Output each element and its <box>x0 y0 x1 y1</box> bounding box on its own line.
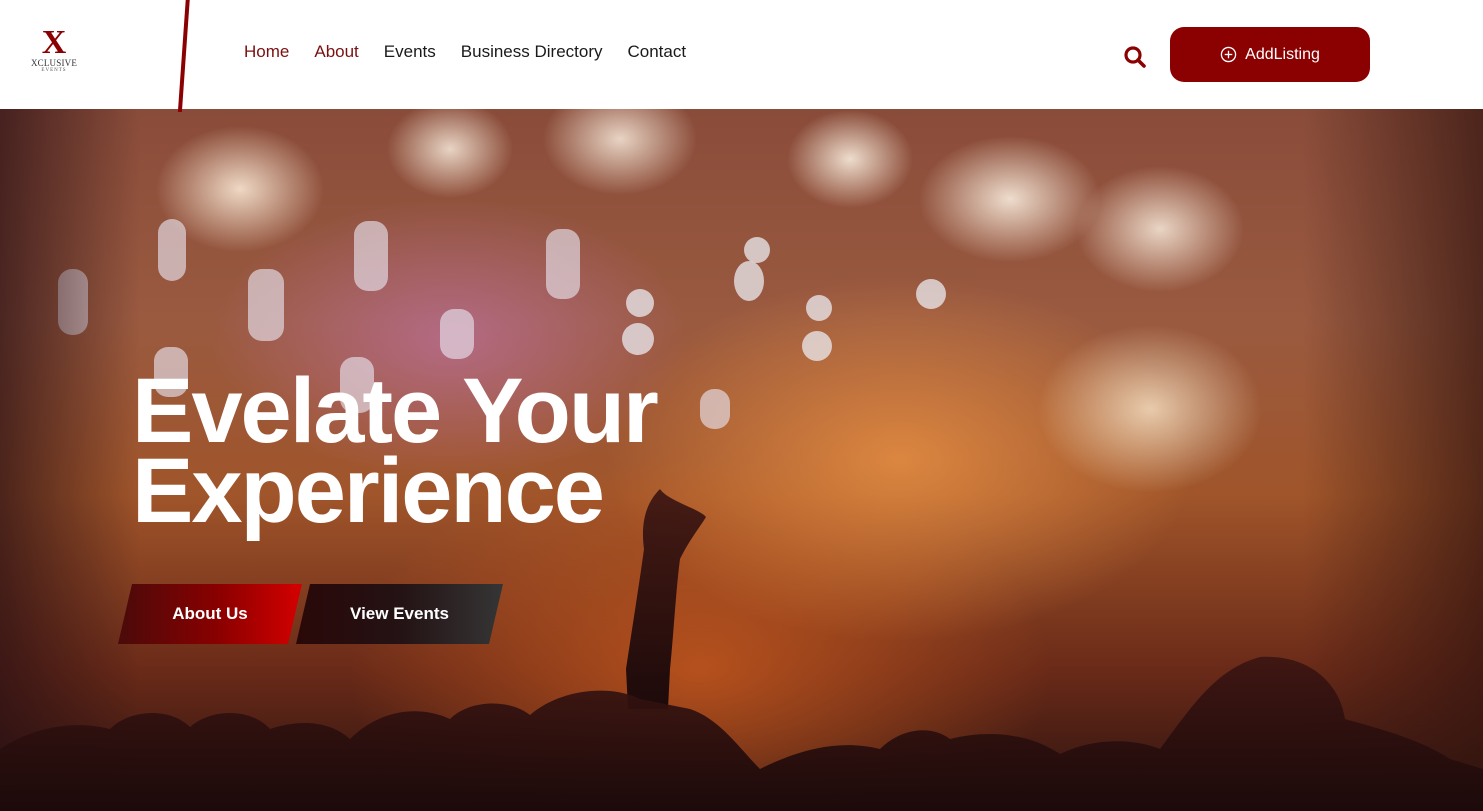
hero-title: Evelate Your Experience <box>132 360 772 542</box>
logo-name: XCLUSIVE <box>30 58 78 68</box>
add-listing-button[interactable]: AddListing <box>1170 27 1370 82</box>
hero-title-line-2: Experience <box>132 440 605 542</box>
nav-item-business-directory[interactable]: Business Directory <box>461 42 603 62</box>
search-icon[interactable] <box>1122 44 1148 70</box>
nav-item-contact[interactable]: Contact <box>628 42 687 62</box>
add-listing-label: AddListing <box>1245 45 1320 63</box>
hero-title-line-1: Evelate Your <box>132 360 659 462</box>
brand-logo[interactable]: X XCLUSIVE EVENTS <box>24 24 84 86</box>
nav-item-events[interactable]: Events <box>384 42 436 62</box>
plus-circle-icon <box>1220 46 1237 63</box>
logo-mark: X <box>41 24 67 61</box>
about-us-button[interactable]: About Us <box>118 584 302 644</box>
header-divider <box>177 0 190 112</box>
logo-subtitle: EVENTS <box>41 68 67 73</box>
hero-section: Evelate Your Experience About Us View Ev… <box>0 109 1483 811</box>
view-events-button[interactable]: View Events <box>296 584 503 644</box>
site-header: X XCLUSIVE EVENTS Home About Events Busi… <box>0 0 1483 112</box>
nav-item-about[interactable]: About <box>314 42 358 62</box>
main-nav: Home About Events Business Directory Con… <box>244 42 711 62</box>
nav-item-home[interactable]: Home <box>244 42 289 62</box>
